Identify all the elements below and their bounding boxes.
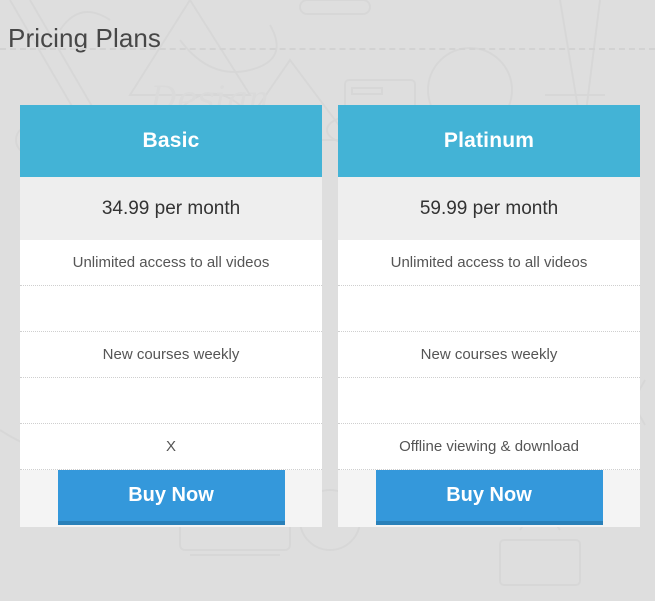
page-title: Pricing Plans (8, 23, 162, 54)
feature-row (20, 286, 322, 332)
feature-row: Unlimited access to all videos (20, 240, 322, 286)
feature-row: Offline viewing & download (338, 424, 640, 470)
plan-name-platinum: Platinum (338, 105, 640, 177)
plan-price-platinum: 59.99 per month (338, 177, 640, 240)
feature-row: Unlimited access to all videos (338, 240, 640, 286)
plan-features-basic: Unlimited access to all videos New cours… (20, 240, 322, 470)
feature-row: New courses weekly (338, 332, 640, 378)
buy-now-button-platinum[interactable]: Buy Now (375, 470, 603, 525)
plan-footer-basic: Buy Now (20, 470, 322, 527)
feature-row (338, 378, 640, 424)
feature-row: New courses weekly (20, 332, 322, 378)
feature-row: X (20, 424, 322, 470)
plan-name-basic: Basic (20, 105, 322, 177)
pricing-cards-container: Basic 34.99 per month Unlimited access t… (20, 105, 640, 527)
feature-row (338, 286, 640, 332)
plan-footer-platinum: Buy Now (338, 470, 640, 527)
pricing-card-basic: Basic 34.99 per month Unlimited access t… (20, 105, 322, 527)
pricing-card-platinum: Platinum 59.99 per month Unlimited acces… (338, 105, 640, 527)
plan-price-basic: 34.99 per month (20, 177, 322, 240)
pricing-page: Design Pricing Plans Basic 34.99 per mon… (0, 0, 655, 601)
feature-row (20, 378, 322, 424)
buy-now-button-basic[interactable]: Buy Now (57, 470, 285, 525)
title-divider (0, 48, 655, 50)
plan-features-platinum: Unlimited access to all videos New cours… (338, 240, 640, 470)
